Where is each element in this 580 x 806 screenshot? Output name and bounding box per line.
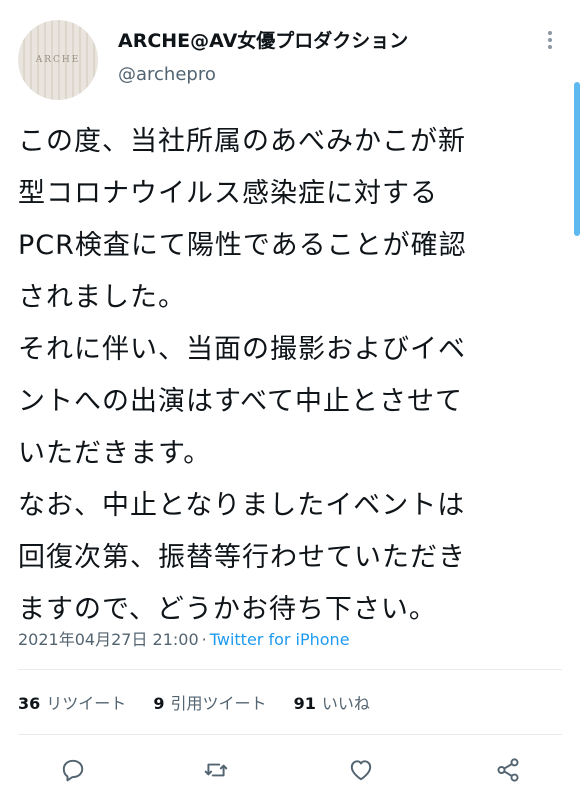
tweet-line: 型コロナウイルス感染症に対する [18,178,438,209]
tweet-line: PCR検査にて陽性であることが確認 [18,230,467,261]
quote-count: 9 [153,694,165,713]
tweet-line: ントへの出演はすべて中止とさせて [18,386,464,417]
divider [18,669,562,670]
source-link[interactable]: Twitter for iPhone [210,630,350,649]
avatar-logo-text: ARCHE [35,55,81,65]
tweet-detail: ARCHE ARCHE@AV女優プロダクション @archepro この度、当社… [0,0,580,806]
share-button[interactable] [492,754,524,786]
share-icon [497,758,519,782]
scrollbar[interactable] [574,82,580,236]
reply-button[interactable] [57,754,89,786]
retweet-count-link[interactable]: 36 リツイート [18,694,126,713]
heart-icon [350,760,372,781]
tweet-meta: 2021年04月27日 21:00 · Twitter for iPhone [18,626,350,650]
tweet-line: それに伴い、当面の撮影およびイベ [18,334,466,365]
user-handle[interactable]: @archepro [118,64,216,85]
quote-label: 引用ツイート [170,694,267,713]
like-count: 91 [293,694,316,713]
tweet-line: 回復次第、振替等行わせていただき [18,542,466,573]
retweet-icon [204,763,228,777]
quote-count-link[interactable]: 9 引用ツイート [153,694,266,713]
like-button[interactable] [345,754,377,786]
action-bar [0,754,580,790]
meta-separator: · [201,630,207,649]
retweet-button[interactable] [200,754,232,786]
tweet-text: この度、当社所属のあべみかこが新 型コロナウイルス感染症に対する PCR検査にて… [18,116,563,636]
tweet-line: この度、当社所属のあべみかこが新 [18,126,466,157]
tweet-line: なお、中止となりましたイベントは [18,490,466,521]
avatar[interactable]: ARCHE [18,20,98,100]
like-label: いいね [321,694,370,713]
retweet-label: リツイート [46,694,127,713]
engagement-stats: 36 リツイート 9 引用ツイート 91 いいね [18,690,392,714]
divider [18,734,562,735]
display-name[interactable]: ARCHE@AV女優プロダクション [118,26,408,53]
more-vertical-icon[interactable] [538,28,562,52]
tweet-line: いただきます。 [18,438,212,469]
timestamp[interactable]: 2021年04月27日 21:00 [18,630,199,649]
retweet-count: 36 [18,694,41,713]
tweet-line: されました。 [18,282,186,313]
reply-icon [62,759,84,782]
like-count-link[interactable]: 91 いいね [294,694,370,713]
